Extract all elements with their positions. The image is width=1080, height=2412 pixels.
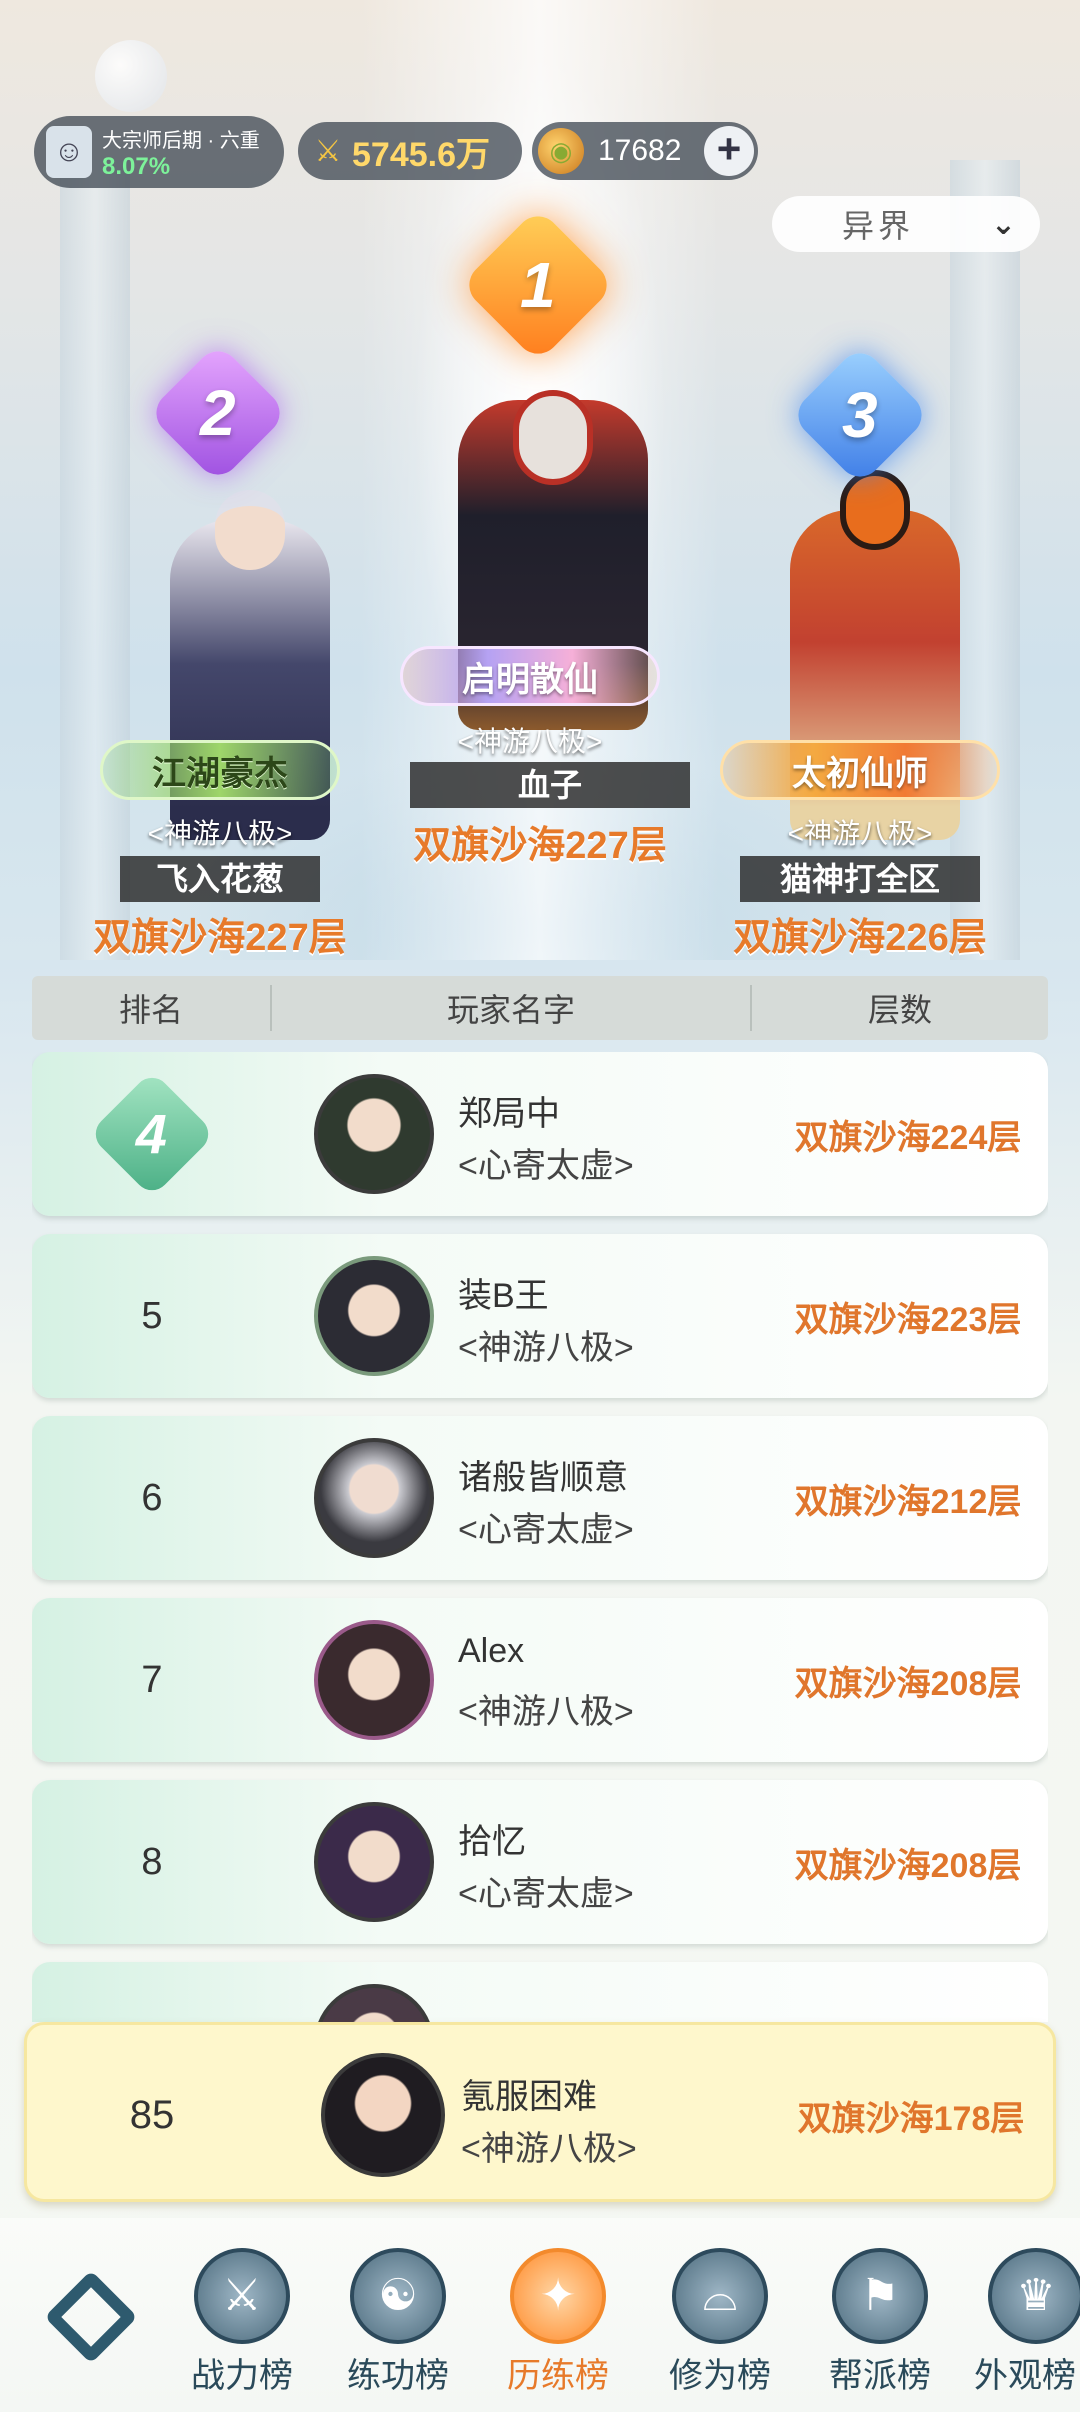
power-chip: ⚔ 5745.6万 [298, 122, 522, 180]
player-name: 郑局中 [458, 1095, 560, 1133]
power-value: 5745.6万 [352, 135, 490, 174]
avatar[interactable] [314, 1802, 434, 1922]
coin-icon: ◉ [538, 128, 584, 174]
tab-label: 战力榜 [191, 2357, 293, 2395]
player-guild: <神游八极> [458, 1693, 634, 1731]
player-guild: <心寄太虚> [458, 1511, 634, 1549]
home-button[interactable] [36, 2262, 146, 2372]
cultivation-chip[interactable]: ☺ 大宗师后期 · 六重 8.07% [34, 116, 284, 188]
my-name: 氪服困难 [461, 2078, 597, 2116]
star-icon: ✦ [510, 2248, 606, 2344]
my-guild: <神游八极> [461, 2130, 637, 2168]
rank4-badge: 4 [88, 1070, 216, 1198]
player-floor: 双旗沙海208层 [794, 1847, 1022, 1885]
add-currency-button[interactable]: + [704, 126, 754, 176]
player-floor: 双旗沙海208层 [794, 1665, 1022, 1703]
rank2-guild: <神游八极> [147, 818, 293, 849]
cultivation-level: 大宗师后期 · 六重 [102, 129, 260, 152]
avatar[interactable] [314, 1074, 434, 1194]
player-guild: <神游八极> [458, 1329, 634, 1367]
tab-label: 历练榜 [507, 2357, 609, 2395]
rank3-title: 太初仙师 [720, 740, 1000, 800]
player-floor: 双旗沙海224层 [794, 1119, 1022, 1157]
rank-number: 7 [141, 1658, 163, 1701]
tab-cultivation[interactable]: ⌓ 修为榜 [640, 2248, 800, 2412]
coin-value: 17682 [598, 134, 682, 167]
tab-label: 练功榜 [347, 2357, 449, 2395]
realm-selected: 异界 [842, 208, 915, 244]
table-row[interactable]: 7 Alex <神游八极> 双旗沙海208层 [32, 1598, 1048, 1762]
table-row[interactable]: 6 诸般皆顺意 <心寄太虚> 双旗沙海212层 [32, 1416, 1048, 1580]
header-floor: 层数 [867, 992, 932, 1028]
rank3-floor: 双旗沙海226层 [733, 917, 987, 959]
rank3-guild: <神游八极> [787, 818, 933, 849]
my-ranking-row[interactable]: 85 氪服困难 <神游八极> 双旗沙海178层 [24, 2022, 1056, 2202]
header-rank: 排名 [32, 985, 272, 1031]
diamond-logo-icon [44, 2270, 138, 2364]
player-floor: 双旗沙海212层 [794, 1483, 1022, 1521]
tab-power[interactable]: ⚔ 战力榜 [162, 2248, 322, 2412]
chevron-down-icon: ⌄ [990, 207, 1016, 241]
my-floor: 双旗沙海178层 [797, 2100, 1025, 2138]
rank1-floor: 双旗沙海227层 [413, 825, 667, 867]
tab-label: 外观榜 [974, 2357, 1076, 2395]
player-guild: <心寄太虚> [458, 1147, 634, 1185]
rank-number: 6 [141, 1476, 163, 1519]
avatar[interactable] [314, 1620, 434, 1740]
player-name: 装B王 [458, 1277, 549, 1315]
sword-icon: ⚔ [194, 2248, 290, 2344]
tab-guild[interactable]: ⚑ 帮派榜 [800, 2248, 960, 2412]
hat-icon: ⌓ [672, 2248, 768, 2344]
realm-dropdown[interactable]: 异界 ⌄ [772, 196, 1040, 252]
banner-icon: ⚑ [832, 2248, 928, 2344]
avatar[interactable] [314, 1256, 434, 1376]
table-row[interactable]: 8 拾忆 <心寄太虚> 双旗沙海208层 [32, 1780, 1048, 1944]
player-avatar-icon: ☺ [46, 126, 92, 178]
pillar-right [950, 160, 1020, 960]
rank2-floor: 双旗沙海227层 [93, 917, 347, 959]
moon-decoration [95, 40, 167, 112]
rank1-name: 血子 [410, 762, 690, 808]
player-guild: <心寄太虚> [458, 1875, 634, 1913]
avatar[interactable] [314, 1438, 434, 1558]
table-row[interactable] [32, 1962, 1048, 2022]
tab-label: 帮派榜 [829, 2357, 931, 2395]
table-header: 排名 玩家名字 层数 [32, 976, 1048, 1040]
tab-appearance[interactable]: ♛ 外观榜 [958, 2248, 1080, 2412]
rank3-badge: 3 [789, 344, 931, 486]
rank2-title: 江湖豪杰 [100, 740, 340, 800]
table-row[interactable]: 4 郑局中 <心寄太虚> 双旗沙海224层 [32, 1052, 1048, 1216]
bottom-nav: ⚔ 战力榜 ☯ 练功榜 ✦ 历练榜 ⌓ 修为榜 ⚑ 帮派榜 ♛ 外观榜 [0, 2218, 1080, 2412]
cultivation-progress: 8.07% [102, 152, 171, 180]
currency-chip: ◉ 17682 + [532, 122, 758, 180]
rank3-name: 猫神打全区 [740, 856, 980, 902]
header-player: 玩家名字 [272, 985, 752, 1031]
rank2-name: 飞入花葱 [120, 856, 320, 902]
player-floor: 双旗沙海223层 [794, 1301, 1022, 1339]
yin-yang-icon: ☯ [350, 2248, 446, 2344]
costume-icon: ♛ [988, 2248, 1080, 2344]
rank1-title: 启明散仙 [400, 646, 660, 706]
player-name: 诸般皆顺意 [458, 1459, 628, 1497]
table-row[interactable]: 5 装B王 <神游八极> 双旗沙海223层 [32, 1234, 1048, 1398]
ranking-list[interactable]: 4 郑局中 <心寄太虚> 双旗沙海224层 5 装B王 <神游八极> 双旗沙海2… [32, 1052, 1048, 2022]
rank2-badge: 2 [147, 342, 289, 484]
avatar[interactable] [314, 1984, 434, 2022]
player-name: 拾忆 [458, 1823, 526, 1861]
rank-number: 8 [141, 1840, 163, 1883]
tab-experience[interactable]: ✦ 历练榜 [478, 2248, 638, 2412]
rank1-guild: <神游八极> [457, 726, 603, 757]
rank-number: 5 [141, 1294, 163, 1337]
tab-label: 修为榜 [669, 2357, 771, 2395]
player-name: Alex [458, 1632, 525, 1670]
my-rank: 85 [129, 2092, 175, 2137]
crossed-swords-icon: ⚔ [314, 134, 342, 168]
my-avatar[interactable] [321, 2053, 445, 2177]
tab-training[interactable]: ☯ 练功榜 [318, 2248, 478, 2412]
